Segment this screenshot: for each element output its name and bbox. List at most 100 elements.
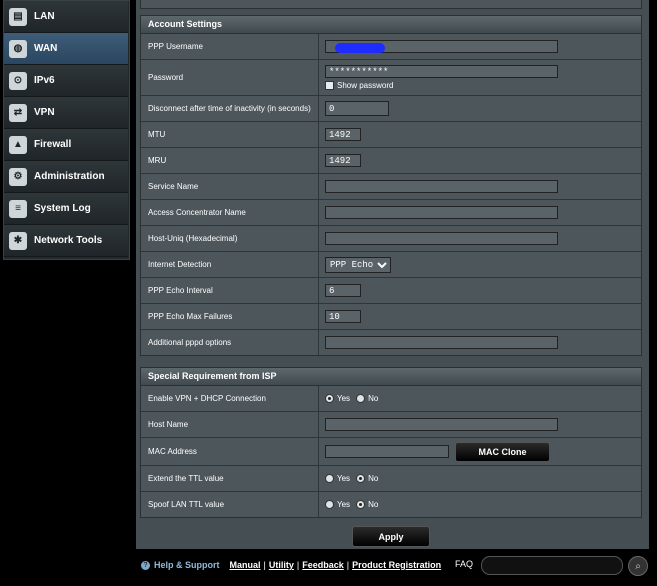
host-uniq-input[interactable] [325,232,558,245]
sidebar-item-wan[interactable]: ◍ WAN [4,33,128,65]
faq-search-input[interactable] [481,556,623,575]
system-log-icon: ≡ [9,199,27,218]
sidebar-item-label: IPv6 [34,75,55,86]
vpn-dhcp-yes-radio[interactable]: Yes [325,394,350,403]
row-mac-address: MAC Address MAC Clone [141,438,641,466]
row-host-uniq: Host-Uniq (Hexadecimal) [141,226,641,252]
radio-dot [325,394,334,403]
help-icon: ? [141,560,150,570]
field-label: Access Concentrator Name [141,200,319,225]
row-mtu: MTU [141,122,641,148]
mac-clone-button[interactable]: MAC Clone [455,441,550,462]
sidebar-item-network-tools[interactable]: ✱ Network Tools [4,225,128,257]
echo-max-failures-input[interactable] [325,310,361,323]
spoof-ttl-no-radio[interactable]: No [356,500,378,509]
show-password-label: Show password [337,81,394,90]
row-access-concentrator: Access Concentrator Name [141,200,641,226]
apply-button[interactable]: Apply [352,526,430,547]
sidebar-item-lan[interactable]: ▤ LAN [4,1,128,33]
sidebar-item-vpn[interactable]: ⇄ VPN [4,97,128,129]
field-label: Spoof LAN TTL value [141,492,319,517]
manual-link[interactable]: Manual [230,560,261,570]
mtu-input[interactable] [325,128,361,141]
field-label: PPP Username [141,34,319,59]
radio-dot [325,474,334,483]
field-label: MAC Address [141,438,319,465]
section-title: Special Requirement from ISP [141,368,641,386]
mru-input[interactable] [325,154,361,167]
pppd-options-input[interactable] [325,336,558,349]
field-label: Internet Detection [141,252,319,277]
administration-icon: ⚙ [9,167,27,186]
separator: | [263,560,266,570]
utility-link[interactable]: Utility [269,560,294,570]
search-icon[interactable]: ⌕ [628,556,648,576]
sidebar-item-administration[interactable]: ⚙ Administration [4,161,128,193]
sidebar: ▤ LAN ◍ WAN ⊙ IPv6 ⇄ VPN ▲ Firewall ⚙ Ad… [3,0,130,260]
row-host-name: Host Name [141,412,641,438]
field-label: Additional pppd options [141,330,319,355]
spoof-ttl-yes-radio[interactable]: Yes [325,500,350,509]
host-name-input[interactable] [325,418,558,431]
ipv6-icon: ⊙ [9,71,27,90]
row-echo-max-failures: PPP Echo Max Failures [141,304,641,330]
vpn-dhcp-no-radio[interactable]: No [356,394,378,403]
disconnect-time-input[interactable] [325,101,389,116]
radio-label: No [368,474,379,483]
mac-address-input[interactable] [325,445,449,458]
sidebar-item-ipv6[interactable]: ⊙ IPv6 [4,65,128,97]
sidebar-item-label: LAN [34,11,55,22]
main-panel: Account Settings PPP Username Password S… [136,0,649,549]
sidebar-item-label: WAN [34,43,58,54]
vpn-icon: ⇄ [9,103,27,122]
separator: | [296,560,300,570]
username-redaction [335,43,385,53]
special-requirement-table: Special Requirement from ISP Enable VPN … [140,367,642,518]
sidebar-item-label: Administration [34,171,105,182]
row-extend-ttl: Extend the TTL value Yes No [141,466,641,492]
field-label: Service Name [141,174,319,199]
sidebar-item-firewall[interactable]: ▲ Firewall [4,129,128,161]
sidebar-item-system-log[interactable]: ≡ System Log [4,193,128,225]
service-name-input[interactable] [325,180,558,193]
field-label: MRU [141,148,319,173]
footer: ? Help & Support Manual | Utility | Feedba… [136,552,649,578]
account-settings-table: Account Settings PPP Username Password S… [140,15,642,356]
row-password: Password Show password [141,60,641,96]
field-label: PPP Echo Interval [141,278,319,303]
field-label: PPP Echo Max Failures [141,304,319,329]
row-service-name: Service Name [141,174,641,200]
sidebar-item-label: System Log [34,203,91,214]
field-label: Disconnect after time of inactivity (in … [141,96,319,121]
sidebar-item-label: Network Tools [34,235,103,246]
field-label: Password [141,60,319,95]
echo-interval-input[interactable] [325,284,361,297]
faq-label: FAQ [455,559,474,569]
sidebar-item-label: VPN [34,107,55,118]
extend-ttl-no-radio[interactable]: No [356,474,378,483]
row-ppp-username: PPP Username [141,34,641,60]
previous-section-strip [140,0,642,9]
section-title: Account Settings [141,16,641,34]
separator: | [346,560,350,570]
extend-ttl-yes-radio[interactable]: Yes [325,474,350,483]
radio-label: Yes [337,394,351,403]
access-concentrator-input[interactable] [325,206,558,219]
row-pppd-options: Additional pppd options [141,330,641,355]
row-vpn-dhcp: Enable VPN + DHCP Connection Yes No [141,386,641,412]
network-tools-icon: ✱ [9,231,27,250]
feedback-link[interactable]: Feedback [302,560,344,570]
internet-detection-select[interactable]: PPP Echo [325,256,391,273]
radio-label: No [368,500,379,509]
radio-dot [356,394,366,403]
radio-dot [356,500,366,509]
product-registration-link[interactable]: Product Registration [352,560,441,570]
lan-icon: ▤ [9,7,27,26]
field-label: Extend the TTL value [141,466,319,491]
show-password-checkbox[interactable] [325,81,334,90]
field-label: MTU [141,122,319,147]
sidebar-item-label: Firewall [34,139,72,150]
radio-label: No [368,394,379,403]
field-label: Host Name [141,412,319,437]
password-input[interactable] [325,65,558,78]
